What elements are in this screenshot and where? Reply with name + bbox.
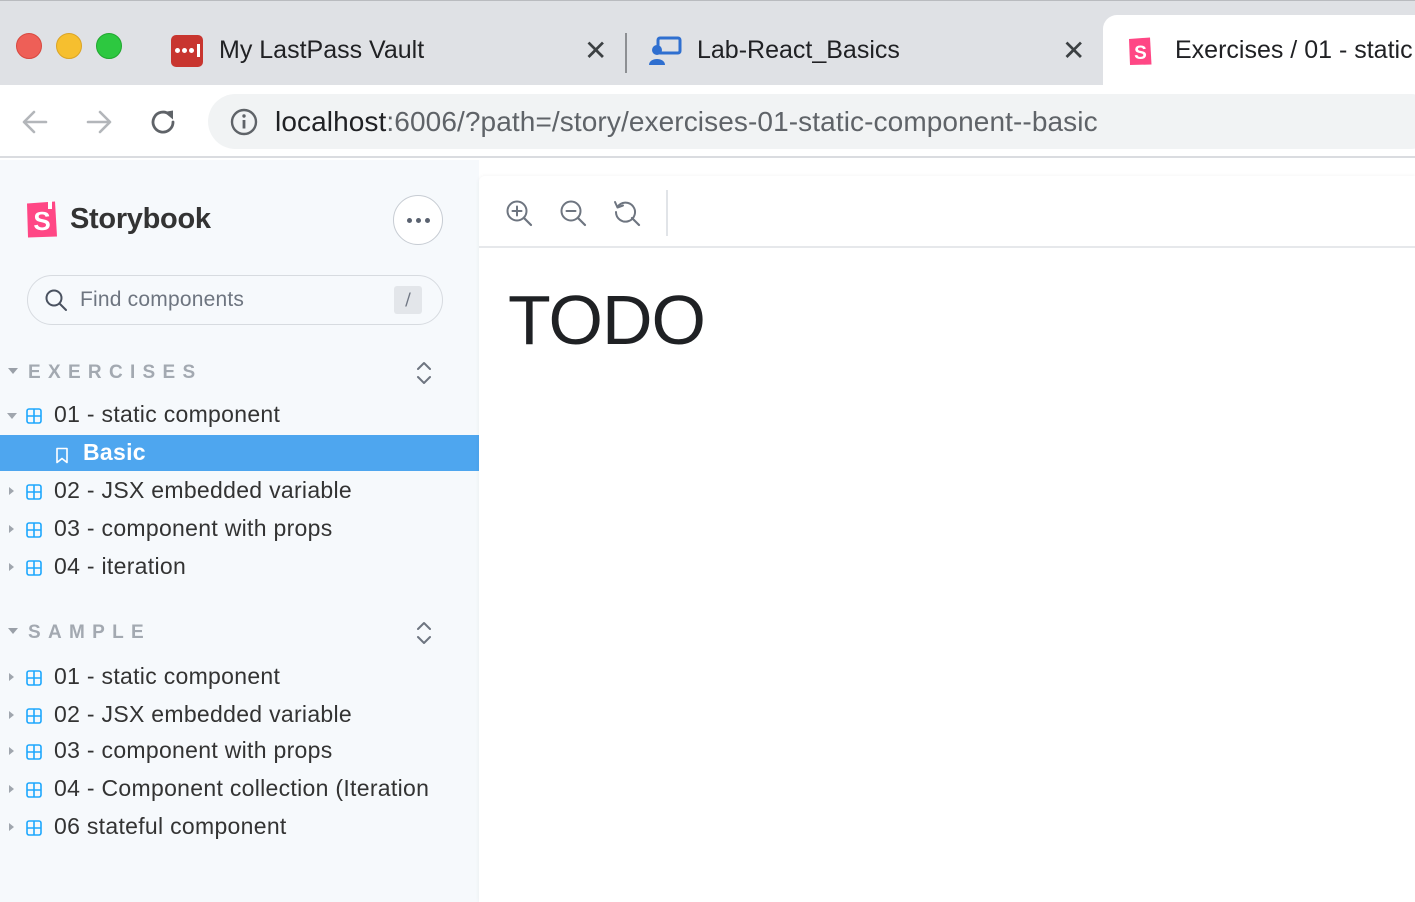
component-icon	[26, 484, 42, 500]
caret-right-icon	[9, 747, 14, 755]
tab-title: My LastPass Vault	[219, 36, 425, 64]
back-button[interactable]	[16, 103, 54, 141]
tree-item-label: 01 - static component	[54, 663, 281, 689]
caret-down-icon	[7, 413, 17, 419]
group-label: EXERCISES	[28, 362, 203, 383]
address-bar[interactable]: localhost:6006/?path=/story/exercises-01…	[208, 94, 1415, 149]
tree-item-exercises-01[interactable]: 01 - static component	[0, 397, 479, 433]
component-icon	[26, 820, 42, 836]
lastpass-icon	[171, 34, 203, 67]
zoom-out-icon[interactable]	[558, 198, 588, 228]
close-window-button[interactable]	[16, 33, 42, 59]
component-icon	[26, 782, 42, 798]
reload-button[interactable]	[144, 103, 182, 141]
browser-tab-bar: My LastPass Vault ✕ Lab-React_Basics ✕ S…	[0, 0, 1415, 86]
storybook-sidebar: S Storybook Find components / EXERCISES …	[0, 160, 479, 902]
caret-right-icon	[9, 785, 14, 793]
tab-title: Lab-React_Basics	[697, 36, 900, 64]
ellipsis-icon	[406, 217, 412, 223]
caret-right-icon	[9, 563, 14, 571]
tab-storybook-active[interactable]: S Exercises / 01 - static	[1103, 15, 1415, 86]
tab-divider	[625, 33, 627, 73]
tree-item-label: 04 - Component collection (Iteration	[54, 775, 430, 801]
component-icon	[26, 408, 42, 424]
tree-item-label: Basic	[83, 439, 146, 465]
search-placeholder: Find components	[80, 288, 245, 311]
close-tab-icon[interactable]: ✕	[584, 37, 607, 65]
toolbar-divider	[666, 190, 668, 236]
tree-item-sample-06[interactable]: 06 stateful component	[0, 809, 479, 845]
storybook-icon: S	[1129, 37, 1152, 65]
tree-item-sample-03[interactable]: 03 - component with props	[0, 733, 479, 769]
caret-right-icon	[9, 673, 14, 681]
tab-lab-react[interactable]: Lab-React_Basics ✕	[640, 15, 1100, 86]
tree-item-label: 06 stateful component	[54, 813, 287, 839]
caret-right-icon	[9, 711, 14, 719]
arrow-right-icon	[86, 110, 112, 134]
tab-title: Exercises / 01 - static	[1175, 36, 1413, 64]
tree-item-label: 02 - JSX embedded variable	[54, 477, 353, 503]
forward-button[interactable]	[80, 103, 118, 141]
expand-collapse-icon[interactable]	[413, 359, 435, 387]
expand-collapse-icon[interactable]	[413, 619, 435, 647]
tree-item-exercises-02[interactable]: 02 - JSX embedded variable	[0, 473, 479, 509]
storybook-logo-icon: S	[27, 201, 57, 238]
component-icon	[26, 522, 42, 538]
tree-item-basic-story[interactable]: Basic	[0, 435, 479, 471]
caret-down-icon	[8, 628, 18, 634]
close-tab-icon[interactable]: ✕	[1062, 37, 1085, 65]
caret-down-icon	[8, 368, 18, 374]
storybook-brand[interactable]: S Storybook	[26, 200, 211, 238]
tree-item-sample-01[interactable]: 01 - static component	[0, 659, 479, 695]
settings-menu-button[interactable]	[393, 195, 443, 245]
tree-item-label: 01 - static component	[54, 401, 281, 427]
search-icon	[45, 289, 67, 311]
caret-right-icon	[9, 525, 14, 533]
component-icon	[26, 560, 42, 576]
tree-item-sample-04[interactable]: 04 - Component collection (Iteration	[0, 771, 479, 807]
tree-item-exercises-04[interactable]: 04 - iteration	[0, 549, 479, 585]
tab-lastpass[interactable]: My LastPass Vault ✕	[160, 15, 620, 86]
zoom-reset-icon[interactable]	[612, 198, 642, 228]
group-header-exercises[interactable]: EXERCISES	[0, 359, 479, 389]
preview-panel: TODO	[479, 176, 1415, 902]
tree-item-label: 03 - component with props	[54, 515, 333, 541]
maximize-window-button[interactable]	[96, 33, 122, 59]
tree-item-exercises-03[interactable]: 03 - component with props	[0, 511, 479, 547]
tree-item-label: 04 - iteration	[54, 553, 187, 579]
url-text: localhost:6006/?path=/story/exercises-01…	[275, 106, 1098, 138]
preview-toolbar	[479, 176, 1415, 248]
url-host: localhost	[275, 105, 387, 137]
search-shortcut-key: /	[394, 286, 422, 314]
group-label: SAMPLE	[28, 622, 151, 643]
tree-item-label: 03 - component with props	[54, 737, 333, 763]
group-header-sample[interactable]: SAMPLE	[0, 619, 479, 649]
url-path: :6006/?path=/story/exercises-01-static-c…	[386, 105, 1098, 137]
story-heading: TODO	[508, 281, 706, 359]
tree-item-sample-02[interactable]: 02 - JSX embedded variable	[0, 697, 479, 733]
caret-right-icon	[9, 487, 14, 495]
caret-right-icon	[9, 823, 14, 831]
bookmark-icon	[56, 447, 68, 464]
component-icon	[26, 708, 42, 724]
arrow-left-icon	[22, 110, 48, 134]
zoom-in-icon[interactable]	[504, 198, 534, 228]
browser-toolbar: localhost:6006/?path=/story/exercises-01…	[0, 85, 1415, 158]
component-icon	[26, 744, 42, 760]
reload-icon	[151, 110, 175, 134]
info-icon[interactable]	[230, 108, 258, 136]
tree-item-label: 02 - JSX embedded variable	[54, 701, 353, 727]
minimize-window-button[interactable]	[56, 33, 82, 59]
lab-icon	[649, 36, 682, 65]
svg-text:S: S	[33, 206, 50, 236]
search-field[interactable]: Find components /	[27, 275, 443, 325]
brand-title: Storybook	[70, 202, 211, 235]
svg-text:S: S	[1134, 43, 1147, 64]
component-icon	[26, 670, 42, 686]
